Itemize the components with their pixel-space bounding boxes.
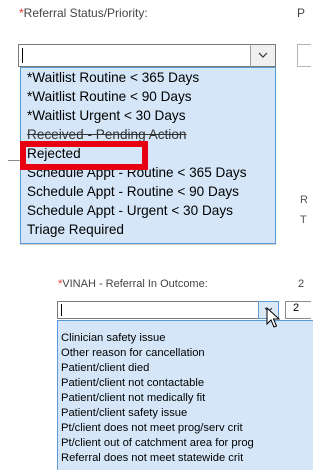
mouse-pointer-icon (266, 307, 280, 328)
referral-status-combobox[interactable] (18, 44, 276, 67)
chevron-down-icon (258, 52, 268, 58)
referral-outcome-label: *VINAH - Referral In Outcome: (58, 278, 208, 290)
referral-status-label: *Referral Status/Priority: (19, 6, 148, 20)
divider (8, 160, 20, 161)
list-item[interactable]: Pt/client out of catchment area for prog (58, 436, 313, 451)
list-item[interactable]: Patient/client safety issue (58, 406, 313, 421)
list-item[interactable]: Clinician safety issue (58, 331, 313, 346)
list-item[interactable]: Other reason for cancellation (58, 346, 313, 361)
list-item[interactable]: Schedule Appt - Routine < 90 Days (21, 182, 275, 201)
list-item[interactable]: Triage Required (21, 220, 275, 239)
divider (20, 244, 276, 245)
referral-status-label-text: Referral Status/Priority: (23, 6, 148, 20)
adjacent-field-value: 2 (293, 302, 300, 314)
list-item[interactable]: Referral does not meet statewide crit (58, 451, 313, 466)
rejected-highlight-box (20, 141, 148, 170)
list-item[interactable]: *Waitlist Routine < 90 Days (21, 87, 275, 106)
list-item[interactable]: Schedule Appt - Urgent < 30 Days (21, 201, 275, 220)
list-item[interactable]: Patient/client not contactable (58, 376, 313, 391)
list-item[interactable]: *Waitlist Routine < 365 Days (21, 68, 275, 87)
text-cursor (22, 48, 23, 63)
list-item[interactable]: Patient/client not medically fit (58, 391, 313, 406)
referral-outcome-combobox[interactable] (57, 301, 279, 319)
list-item[interactable]: *Waitlist Urgent < 30 Days (21, 106, 275, 125)
referral-outcome-label-text: VINAH - Referral In Outcome: (62, 278, 208, 290)
list-item[interactable]: Pt/client does not meet prog/serv crit (58, 421, 313, 436)
clipped-fragment: R (300, 194, 308, 206)
clipped-field-label: 2 (298, 278, 305, 290)
referral-outcome-dropdown-list[interactable]: Clinician safety issue Other reason for … (57, 320, 313, 470)
clipped-fragment: T (300, 214, 307, 226)
clipped-field-label: P (297, 6, 306, 20)
text-cursor (61, 304, 62, 316)
referral-status-dropdown-button[interactable] (250, 44, 276, 67)
adjacent-field-stub[interactable] (297, 44, 311, 67)
list-item[interactable]: Patient/client died (58, 361, 313, 376)
